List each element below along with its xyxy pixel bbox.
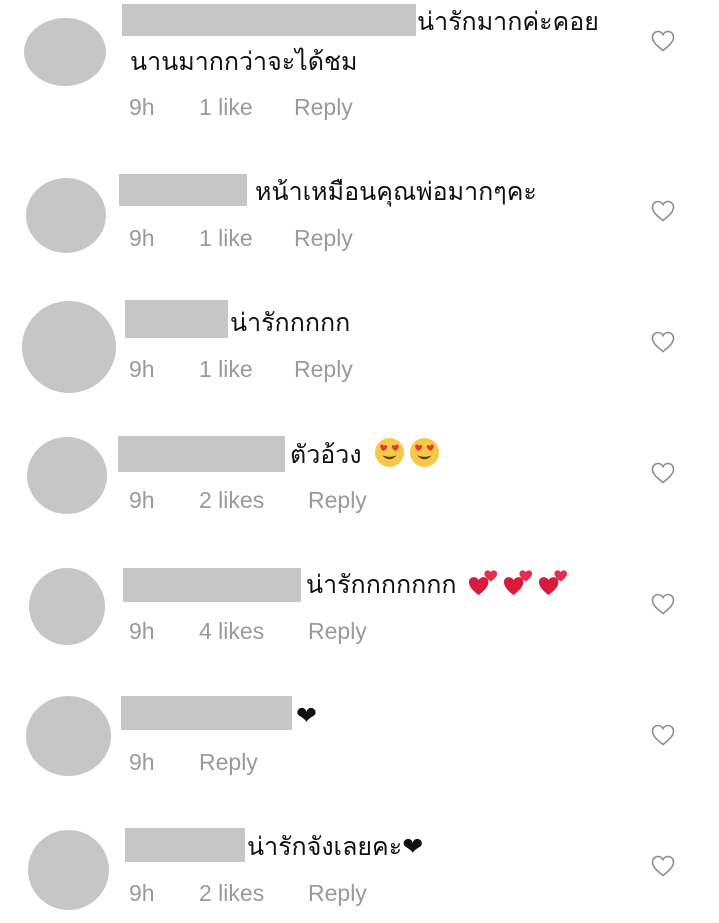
reply-button[interactable]: Reply xyxy=(308,878,367,908)
comment-text: น่ารักจังเลยคะ❤ xyxy=(247,832,424,861)
comment-item: น่ารักจังเลยคะ❤ 9h 2 likes Reply xyxy=(0,0,719,923)
likes-count-link[interactable]: 2 likes xyxy=(199,878,264,908)
heart-outline-icon[interactable] xyxy=(651,855,675,877)
avatar[interactable] xyxy=(28,830,109,910)
comment-time: 9h xyxy=(129,880,155,906)
username-redacted[interactable] xyxy=(125,828,245,862)
